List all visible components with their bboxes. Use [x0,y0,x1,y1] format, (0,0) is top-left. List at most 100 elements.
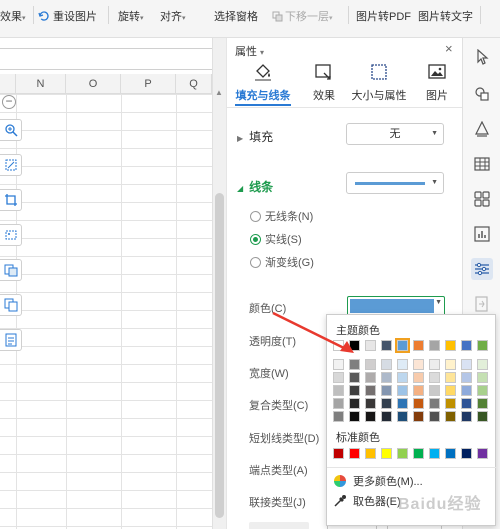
picture-outline-button[interactable] [0,224,22,246]
no-line-radio[interactable]: 无线条(N) [250,208,313,224]
scroll-up-arrow-icon[interactable]: ▲ [215,88,223,97]
color-swatch[interactable] [445,359,456,370]
color-swatch[interactable] [429,340,440,351]
shapes-icon[interactable] [471,83,493,105]
layout-icon[interactable] [471,188,493,210]
color-swatch[interactable] [365,398,376,409]
color-swatch[interactable] [397,448,408,459]
color-swatch[interactable] [381,340,392,351]
selection-pane-button[interactable]: 选择窗格 [214,8,258,24]
color-swatch[interactable] [397,398,408,409]
color-swatch[interactable] [461,448,472,459]
picture-copy-button[interactable] [0,294,22,316]
color-swatch[interactable] [349,448,360,459]
color-swatch[interactable] [349,411,360,422]
color-swatch[interactable] [381,448,392,459]
reset-picture-button[interactable]: 重设图片 [38,8,97,24]
vertical-scrollbar[interactable]: ▲ [212,38,226,529]
zoom-picture-button[interactable] [0,119,22,141]
color-swatch[interactable] [365,359,376,370]
color-swatch[interactable] [413,398,424,409]
line-color-picker[interactable]: ▼ [347,296,445,316]
color-swatch[interactable] [381,372,392,383]
more-colors-button[interactable]: 更多颜色(M)... [333,473,423,489]
color-swatch[interactable] [365,372,376,383]
color-swatch[interactable] [381,385,392,396]
color-swatch[interactable] [445,448,456,459]
color-swatch[interactable] [333,385,344,396]
color-swatch[interactable] [365,448,376,459]
color-swatch[interactable] [413,340,424,351]
color-swatch[interactable] [477,398,488,409]
cell-grid[interactable] [0,94,212,529]
color-swatch[interactable] [413,372,424,383]
color-swatch[interactable] [349,359,360,370]
fill-select[interactable]: 无 ▼ [346,123,444,145]
color-swatch[interactable] [461,340,472,351]
eyedropper-button[interactable]: 取色器(E) [333,493,401,509]
color-swatch[interactable] [477,448,488,459]
color-swatch[interactable] [349,385,360,396]
color-swatch[interactable] [333,411,344,422]
tab-size-and-properties[interactable]: 大小与属性 [349,62,409,103]
properties-settings-icon[interactable] [471,258,493,280]
color-swatch[interactable] [477,411,488,422]
color-swatch[interactable] [349,372,360,383]
panel-title[interactable]: 属性 ▾ [235,43,264,59]
color-swatch[interactable] [429,359,440,370]
gradient-line-radio[interactable]: 渐变线(G) [250,254,314,270]
color-swatch[interactable] [333,372,344,383]
crop-button[interactable] [0,189,22,211]
color-swatch[interactable] [365,340,376,351]
color-swatch[interactable] [333,340,344,351]
color-swatch[interactable] [413,448,424,459]
chart-icon[interactable] [471,223,493,245]
formula-input[interactable] [0,48,224,70]
table-icon[interactable] [471,153,493,175]
send-backward-button[interactable]: 下移一层▾ [272,8,333,24]
tab-picture[interactable]: 图片 [423,62,451,103]
color-swatch[interactable] [477,359,488,370]
fill-section-header[interactable]: ▶ 填充 [237,128,273,145]
color-swatch[interactable] [333,448,344,459]
column-header-q[interactable]: Q [176,74,212,94]
color-swatch[interactable] [395,338,410,353]
picture-convert-button[interactable] [0,259,22,281]
picture-to-pdf-button[interactable]: 图片转PDF [356,8,411,24]
effects-menu-button[interactable]: 效果▾ [0,8,26,24]
color-swatch[interactable] [445,385,456,396]
color-swatch[interactable] [397,372,408,383]
color-swatch[interactable] [477,372,488,383]
color-swatch[interactable] [413,359,424,370]
color-swatch[interactable] [477,385,488,396]
line-style-select[interactable]: ▼ [346,172,444,194]
picture-print-button[interactable] [0,329,22,351]
collapse-toolbar-button[interactable]: − [2,95,16,109]
close-icon[interactable]: × [445,41,453,56]
color-swatch[interactable] [429,411,440,422]
color-swatch[interactable] [461,359,472,370]
color-swatch[interactable] [381,411,392,422]
color-swatch[interactable] [461,385,472,396]
color-swatch[interactable] [445,398,456,409]
color-swatch[interactable] [445,372,456,383]
color-swatch[interactable] [381,398,392,409]
align-menu-button[interactable]: 对齐▾ [160,8,186,24]
color-swatch[interactable] [429,372,440,383]
color-swatch[interactable] [397,359,408,370]
column-header-o[interactable]: O [66,74,121,94]
backup-icon[interactable] [471,293,493,315]
color-swatch[interactable] [333,359,344,370]
color-swatch[interactable] [429,398,440,409]
color-swatch[interactable] [349,398,360,409]
color-swatch[interactable] [429,385,440,396]
color-swatch[interactable] [413,385,424,396]
color-swatch[interactable] [413,411,424,422]
line-section-header[interactable]: ◢ 线条 [237,178,273,195]
color-swatch[interactable] [461,411,472,422]
color-swatch[interactable] [381,359,392,370]
style-icon[interactable] [471,118,493,140]
scrollbar-thumb[interactable] [215,193,224,518]
spreadsheet-area[interactable]: N O P Q − [0,38,224,529]
rotate-menu-button[interactable]: 旋转▾ [118,8,144,24]
